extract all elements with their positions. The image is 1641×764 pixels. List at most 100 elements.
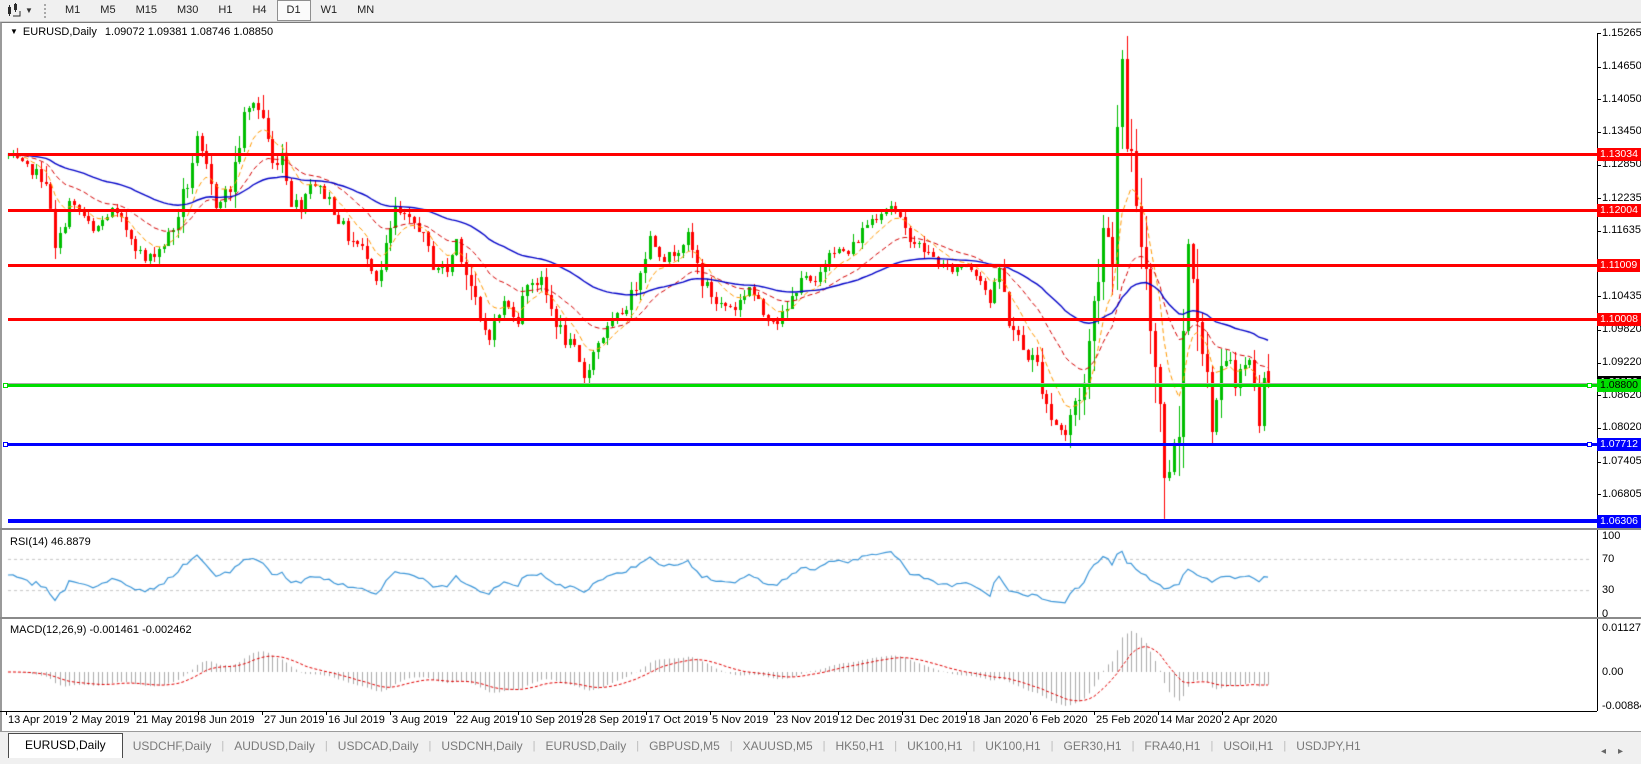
date-axis-tick [1158, 711, 1159, 715]
price-axis-label: 1.07405 [1602, 455, 1641, 468]
horizontal-line-1.12004[interactable] [8, 209, 1597, 212]
price-axis-label: 1.13450 [1602, 125, 1641, 138]
price-axis-tick [1597, 296, 1601, 297]
left-line-handle-1.08800[interactable] [3, 383, 8, 388]
price-axis-label: 1.11635 [1602, 224, 1641, 237]
date-axis-label: 22 Aug 2019 [456, 714, 518, 726]
date-axis-tick [838, 711, 839, 715]
price-axis-tick [1597, 99, 1601, 100]
price-axis-label: 1.08020 [1602, 421, 1641, 434]
chart-tab-usdcnh-daily-4[interactable]: USDCNH,Daily [431, 735, 532, 758]
date-axis-label: 12 Dec 2019 [840, 714, 902, 726]
price-axis-tick [1597, 198, 1601, 199]
date-axis-label: 8 Jun 2019 [200, 714, 254, 726]
rsi-axis-label: 70 [1602, 553, 1614, 566]
chart-tab-uk100-h1-9[interactable]: UK100,H1 [897, 735, 972, 758]
date-axis-tick [134, 711, 135, 715]
tab-scroll-arrows: ◂ ▸ [1601, 747, 1623, 757]
rsi-indicator-label: RSI(14) 46.8879 [10, 536, 91, 548]
price-level-badge-1.13034: 1.13034 [1597, 148, 1641, 161]
mt4-application-window: ▼ M1M5M15M30H1H4D1W1MN ▼EURUSD,Daily1.09… [0, 0, 1641, 764]
date-axis-label: 28 Sep 2019 [584, 714, 646, 726]
rsi-axis-label: 30 [1602, 584, 1614, 597]
price-axis-tick [1597, 330, 1601, 331]
date-axis-label: 18 Jan 2020 [968, 714, 1029, 726]
date-axis-label: 10 Sep 2019 [520, 714, 582, 726]
horizontal-line-1.10008[interactable] [8, 318, 1597, 321]
date-axis-label: 23 Nov 2019 [776, 714, 838, 726]
price-axis-tick [1597, 132, 1601, 133]
date-axis-label: 17 Oct 2019 [648, 714, 708, 726]
price-axis-tick [1597, 231, 1601, 232]
date-axis-tick [198, 711, 199, 715]
chart-tab-audusd-daily-2[interactable]: AUDUSD,Daily [224, 735, 325, 758]
horizontal-line-1.07712[interactable] [8, 443, 1597, 446]
date-axis-tick [70, 711, 71, 715]
horizontal-line-1.08800[interactable] [8, 384, 1597, 387]
price-axis-tick [1597, 165, 1601, 166]
price-level-badge-1.06306: 1.06306 [1597, 515, 1641, 528]
chart-canvas[interactable] [0, 0, 1641, 764]
chart-tab-xauusd-m5-7[interactable]: XAUUSD,M5 [733, 735, 823, 758]
date-axis-tick [646, 711, 647, 715]
horizontal-line-1.11009[interactable] [8, 264, 1597, 267]
left-line-handle-1.07712[interactable] [3, 442, 8, 447]
date-axis-label: 6 Feb 2020 [1032, 714, 1088, 726]
date-axis-tick [902, 711, 903, 715]
rsi-axis-label: 100 [1602, 530, 1620, 543]
date-axis-tick [710, 711, 711, 715]
date-axis-tick [6, 711, 7, 715]
chart-tab-usoil-h1-13[interactable]: USOil,H1 [1213, 735, 1283, 758]
price-axis-tick [1597, 33, 1601, 34]
chart-tab-usdcad-daily-3[interactable]: USDCAD,Daily [328, 735, 429, 758]
main-rsi-separator[interactable] [0, 528, 1641, 530]
chart-tab-fra40-h1-12[interactable]: FRA40,H1 [1134, 735, 1210, 758]
price-axis-label: 1.09220 [1602, 356, 1641, 369]
chart-tab-usdjpy-h1-14[interactable]: USDJPY,H1 [1286, 735, 1370, 758]
date-axis-tick [262, 711, 263, 715]
price-level-badge-1.10008: 1.10008 [1597, 313, 1641, 326]
tab-scroll-left-icon[interactable]: ◂ [1601, 747, 1606, 757]
price-axis-line [1597, 33, 1598, 711]
chart-title: ▼ EURUSD,Daily 1.09072 1.09381 1.08746 1.0… [10, 26, 273, 38]
date-axis-label: 16 Jul 2019 [328, 714, 385, 726]
price-axis-tick [1597, 67, 1601, 68]
symbol-dropdown-icon[interactable]: ▼ [10, 27, 18, 36]
price-axis-tick [1597, 494, 1601, 495]
date-axis-tick [326, 711, 327, 715]
price-axis-tick [1597, 428, 1601, 429]
date-axis-label: 27 Jun 2019 [264, 714, 325, 726]
rsi-macd-separator[interactable] [0, 617, 1641, 619]
price-level-badge-1.11009: 1.11009 [1597, 259, 1640, 272]
chart-tab-hk50-h1-8[interactable]: HK50,H1 [826, 735, 895, 758]
price-level-badge-1.08800: 1.08800 [1597, 379, 1641, 392]
horizontal-line-1.06306[interactable] [8, 519, 1597, 523]
chart-tab-ger30-h1-11[interactable]: GER30,H1 [1054, 735, 1132, 758]
chart-title-symbol: EURUSD,Daily [23, 26, 97, 38]
horizontal-line-1.13034[interactable] [8, 153, 1597, 156]
date-axis-tick [390, 711, 391, 715]
price-axis-tick [1597, 363, 1601, 364]
date-axis-label: 2 May 2019 [72, 714, 129, 726]
price-axis-tick [1597, 395, 1601, 396]
chart-tab-eurusd-daily-0[interactable]: EURUSD,Daily [8, 733, 123, 758]
chart-title-ohlc: 1.09072 1.09381 1.08746 1.08850 [105, 26, 273, 38]
date-axis-label: 3 Aug 2019 [392, 714, 448, 726]
tab-scroll-right-icon[interactable]: ▸ [1618, 747, 1623, 757]
date-axis-tick [518, 711, 519, 715]
chart-tab-uk100-h1-10[interactable]: UK100,H1 [975, 735, 1050, 758]
date-axis-tick [966, 711, 967, 715]
right-line-handle-1.08800[interactable] [1587, 383, 1592, 388]
chart-tab-usdchf-daily-1[interactable]: USDCHF,Daily [123, 735, 222, 758]
macd-axis-label: 0.00 [1602, 666, 1623, 679]
macd-axis-label: 0.011277 [1602, 622, 1641, 635]
macd-axis-label: -0.008845 [1602, 700, 1641, 713]
chart-tab-eurusd-daily-5[interactable]: EURUSD,Daily [536, 735, 637, 758]
date-axis-label: 25 Feb 2020 [1096, 714, 1158, 726]
price-axis-label: 1.15265 [1602, 27, 1641, 40]
chart-tab-bar: EURUSD,DailyUSDCHF,Daily|AUDUSD,Daily|US… [0, 731, 1641, 758]
price-axis-label: 1.06805 [1602, 488, 1641, 501]
price-level-badge-1.12004: 1.12004 [1597, 204, 1641, 217]
right-line-handle-1.07712[interactable] [1587, 442, 1592, 447]
chart-tab-gbpusd-m5-6[interactable]: GBPUSD,M5 [639, 735, 730, 758]
